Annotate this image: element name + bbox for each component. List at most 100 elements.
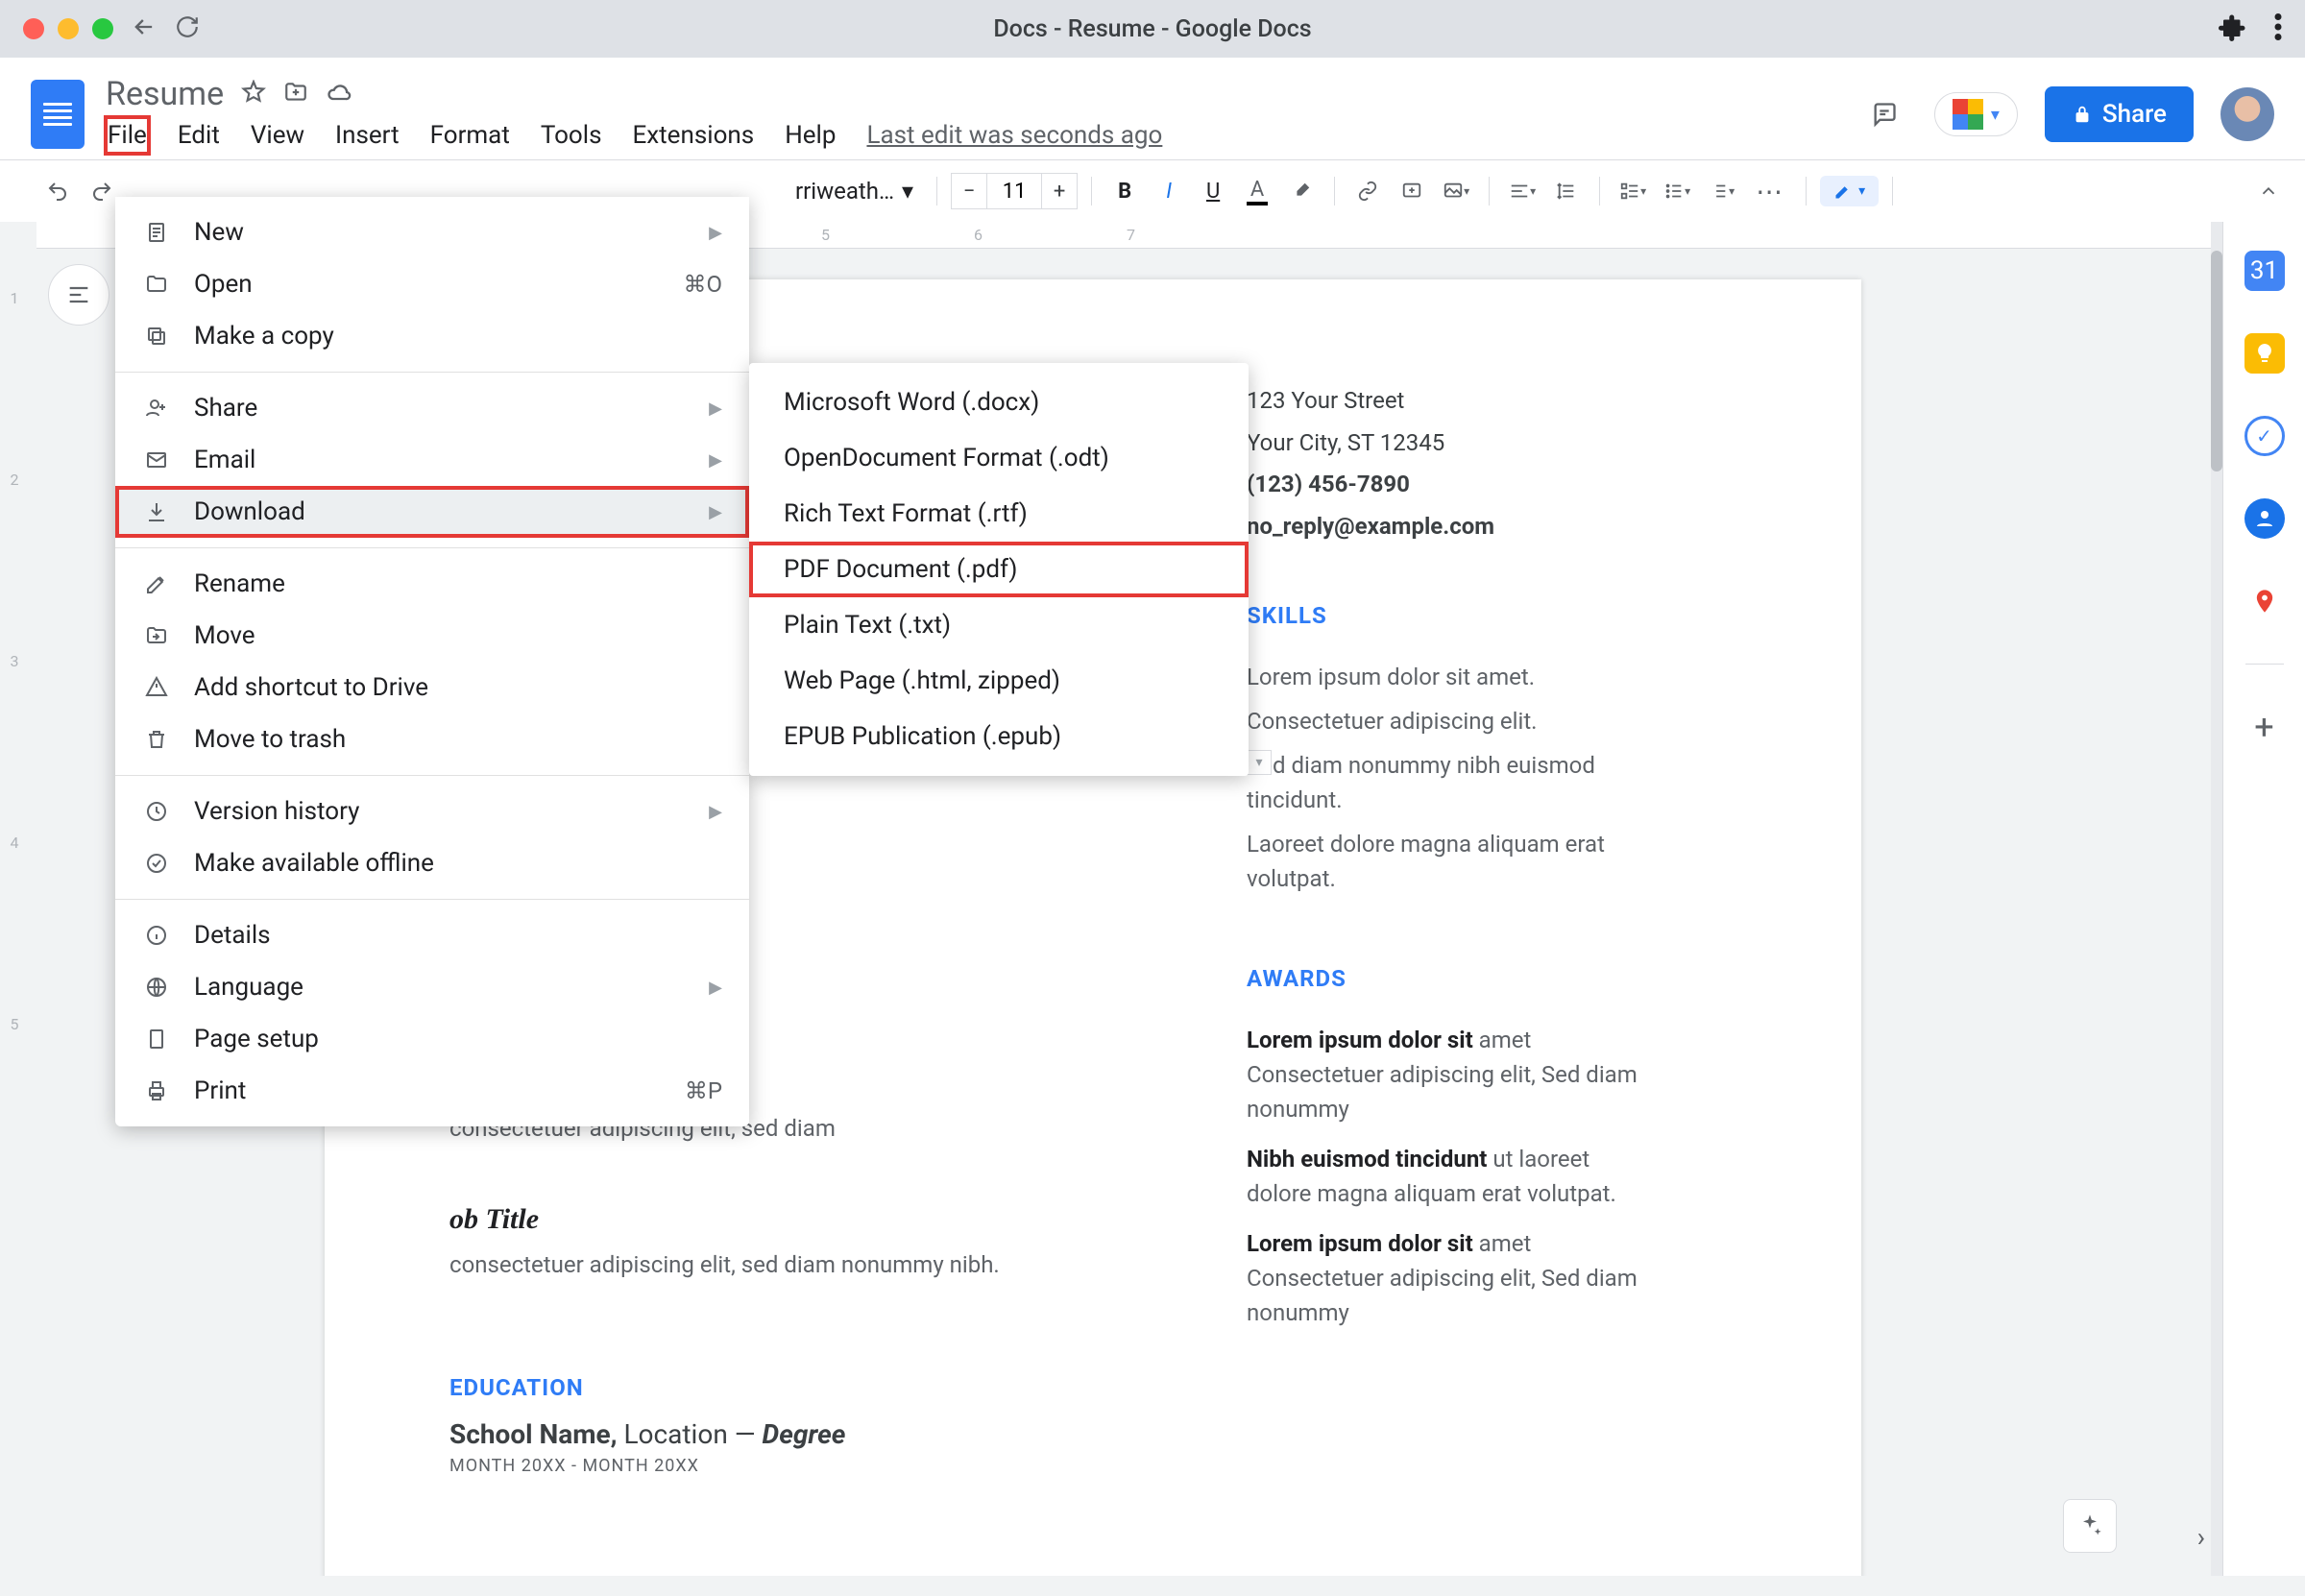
tasks-addon-icon[interactable]: ✓ — [2244, 416, 2285, 456]
menu-tools[interactable]: Tools — [539, 117, 604, 154]
vertical-scrollbar[interactable] — [2211, 222, 2222, 1576]
education-heading: EDUCATION — [449, 1374, 1189, 1401]
star-icon[interactable] — [241, 80, 266, 109]
docs-logo-icon[interactable] — [31, 80, 85, 149]
window-minimize[interactable] — [58, 18, 79, 39]
contacts-addon-icon[interactable] — [2244, 498, 2285, 539]
download-pdf[interactable]: PDF Document (.pdf) — [749, 542, 1249, 597]
download-html[interactable]: Web Page (.html, zipped) — [749, 653, 1249, 709]
get-addons-icon[interactable]: + — [2244, 707, 2285, 747]
menu-view[interactable]: View — [249, 117, 306, 154]
menu-item-move[interactable]: Move — [115, 610, 749, 662]
bullet-list-button[interactable]: ▾ — [1658, 172, 1696, 210]
last-edit-link[interactable]: Last edit was seconds ago — [864, 117, 1164, 154]
side-panel-collapse-icon[interactable]: › — [2197, 1521, 2205, 1553]
download-odt[interactable]: OpenDocument Format (.odt) — [749, 430, 1249, 486]
chevron-down-icon: ▾ — [1991, 105, 2000, 125]
chevron-down-icon: ▾ — [1858, 183, 1865, 199]
menu-item-details[interactable]: Details — [115, 909, 749, 961]
checklist-button[interactable]: ▾ — [1614, 172, 1652, 210]
menu-bar: File Edit View Insert Format Tools Exten… — [106, 117, 1164, 154]
editing-mode-button[interactable]: ▾ — [1820, 176, 1879, 206]
menu-item-offline[interactable]: Make available offline — [115, 837, 749, 889]
download-epub[interactable]: EPUB Publication (.epub) — [749, 709, 1249, 764]
undo-button[interactable] — [38, 172, 77, 210]
meet-button[interactable]: ▾ — [1934, 92, 2018, 136]
line-spacing-button[interactable] — [1547, 172, 1586, 210]
font-size-increase[interactable]: + — [1041, 173, 1078, 209]
share-button[interactable]: Share — [2045, 86, 2194, 142]
menu-help[interactable]: Help — [783, 117, 837, 154]
menu-item-open[interactable]: Open ⌘O — [115, 258, 749, 310]
text-color-button[interactable]: A — [1238, 172, 1276, 210]
school-dates: MONTH 20XX - MONTH 20XX — [449, 1456, 1189, 1476]
menu-extensions[interactable]: Extensions — [631, 117, 757, 154]
italic-button[interactable]: I — [1150, 172, 1188, 210]
menu-format[interactable]: Format — [428, 117, 512, 154]
back-button[interactable] — [131, 13, 158, 44]
menu-item-rename[interactable]: Rename — [115, 558, 749, 610]
more-toolbar-button[interactable]: ⋯ — [1746, 176, 1792, 207]
separator — [1599, 177, 1600, 206]
menu-file[interactable]: File — [106, 117, 149, 154]
explore-button[interactable] — [2063, 1499, 2117, 1553]
hide-menus-button[interactable] — [2249, 172, 2288, 210]
menu-item-add-shortcut[interactable]: Add shortcut to Drive — [115, 662, 749, 713]
pencil-icon — [1833, 181, 1853, 201]
print-layout-toggle[interactable]: ▾ — [1247, 750, 1272, 775]
font-size-decrease[interactable]: − — [951, 173, 987, 209]
font-size-stepper: − 11 + — [951, 173, 1078, 209]
move-folder-icon — [142, 624, 171, 647]
browser-menu-icon[interactable] — [2274, 13, 2282, 44]
font-family-selector[interactable]: rriweath… ▾ — [786, 178, 923, 205]
globe-icon — [142, 976, 171, 999]
menu-item-share[interactable]: Share ▶ — [115, 382, 749, 434]
menu-insert[interactable]: Insert — [333, 117, 401, 154]
move-icon[interactable] — [283, 80, 308, 109]
calendar-addon-icon[interactable]: 31 — [2244, 251, 2285, 291]
separator — [1892, 177, 1893, 206]
menu-item-page-setup[interactable]: Page setup — [115, 1013, 749, 1065]
menu-item-print[interactable]: Print ⌘P — [115, 1065, 749, 1117]
insert-link-button[interactable] — [1348, 172, 1387, 210]
separator — [1091, 177, 1092, 206]
menu-item-new[interactable]: New ▶ — [115, 206, 749, 258]
font-size-value[interactable]: 11 — [987, 173, 1041, 209]
download-icon — [142, 500, 171, 523]
menu-item-version-history[interactable]: Version history ▶ — [115, 786, 749, 837]
menu-edit[interactable]: Edit — [176, 117, 222, 154]
maps-addon-icon[interactable] — [2244, 581, 2285, 621]
insert-comment-button[interactable] — [1393, 172, 1431, 210]
window-maximize[interactable] — [92, 18, 113, 39]
cloud-status-icon[interactable] — [326, 79, 352, 109]
download-rtf[interactable]: Rich Text Format (.rtf) — [749, 486, 1249, 542]
extensions-icon[interactable] — [2219, 12, 2247, 45]
menu-item-move-to-trash[interactable]: Move to trash — [115, 713, 749, 765]
insert-image-button[interactable]: ▾ — [1437, 172, 1475, 210]
menu-item-language[interactable]: Language ▶ — [115, 961, 749, 1013]
menu-item-download[interactable]: Download ▶ — [115, 486, 749, 538]
separator — [1334, 177, 1335, 206]
number-list-button[interactable]: ▾ — [1702, 172, 1740, 210]
highlight-button[interactable] — [1282, 172, 1321, 210]
separator — [1489, 177, 1490, 206]
download-docx[interactable]: Microsoft Word (.docx) — [749, 375, 1249, 430]
page-icon — [142, 1028, 171, 1051]
email: no_reply@example.com — [1247, 511, 1650, 544]
account-avatar[interactable] — [2220, 87, 2274, 141]
separator — [115, 899, 749, 900]
comment-history-icon[interactable] — [1861, 91, 1907, 137]
refresh-button[interactable] — [175, 14, 200, 43]
left-rail: 1 2 3 4 5 — [0, 222, 36, 1576]
keep-addon-icon[interactable] — [2244, 333, 2285, 374]
bold-button[interactable]: B — [1105, 172, 1144, 210]
menu-item-email[interactable]: Email ▶ — [115, 434, 749, 486]
underline-button[interactable]: U — [1194, 172, 1232, 210]
window-close[interactable] — [23, 18, 44, 39]
scroll-thumb[interactable] — [2211, 251, 2222, 472]
download-txt[interactable]: Plain Text (.txt) — [749, 597, 1249, 653]
document-title[interactable]: Resume — [106, 75, 224, 113]
menu-item-make-copy[interactable]: Make a copy — [115, 310, 749, 362]
skills-list: Lorem ipsum dolor sit amet. Consectetuer… — [1247, 660, 1650, 906]
align-button[interactable]: ▾ — [1503, 172, 1541, 210]
